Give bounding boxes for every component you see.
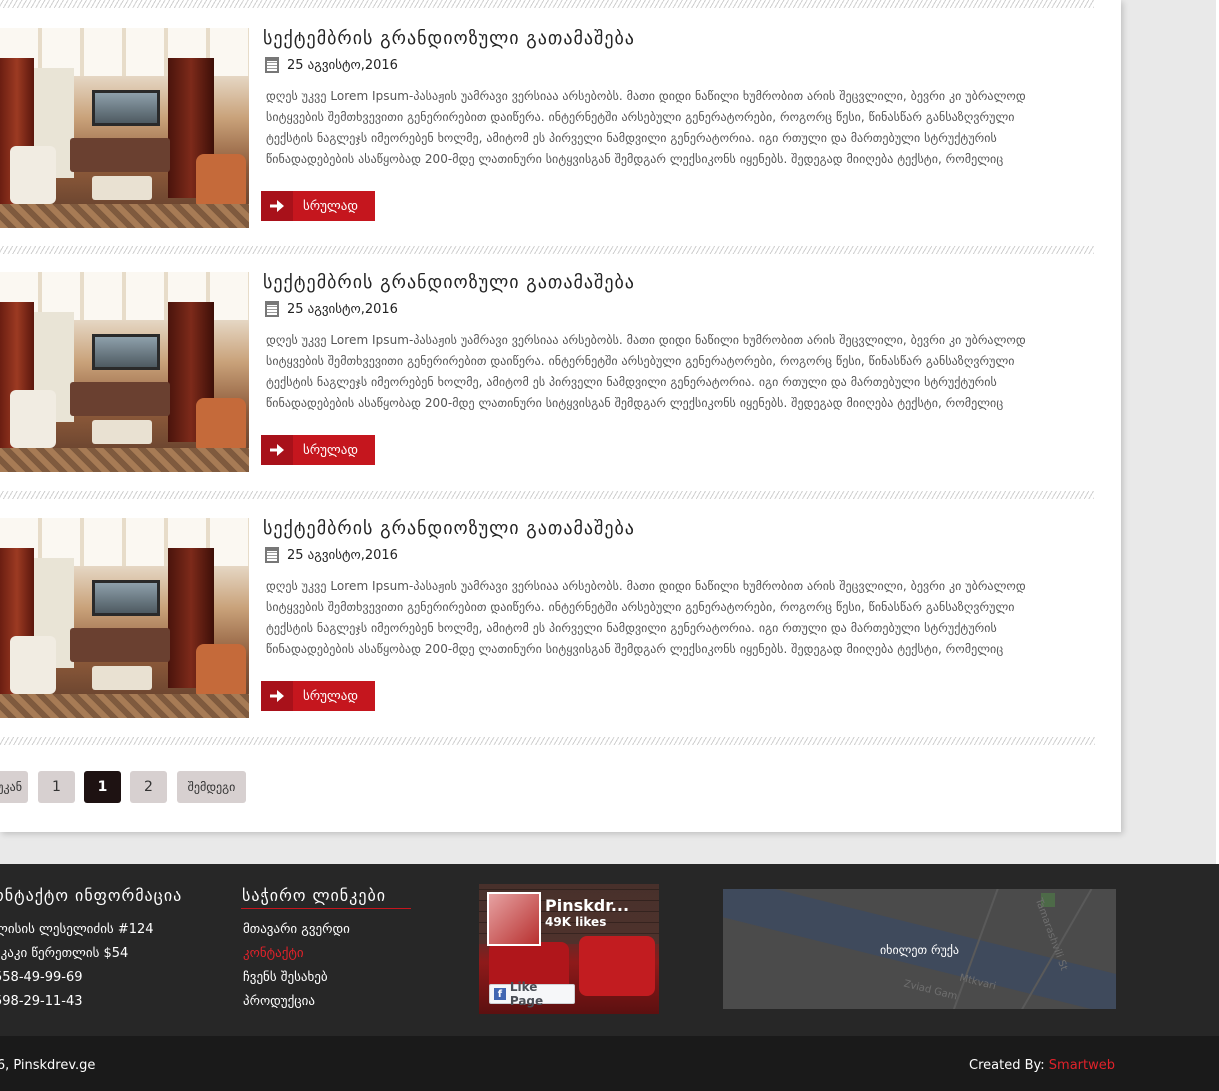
footer-link-home[interactable]: მთავარი გვერდი	[243, 922, 350, 946]
calendar-icon	[265, 547, 279, 563]
facebook-like-label: Like Page	[509, 980, 544, 1008]
post-title[interactable]: სექტემბრის გრანდიოზული გათამაშება	[263, 272, 635, 293]
read-more-label: სრულად	[303, 442, 359, 458]
footer-contact-heading: კონტაქტო ინფორმაცია	[0, 886, 183, 905]
facebook-icon: f	[494, 988, 506, 1000]
calendar-icon	[265, 301, 279, 317]
arrow-right-icon	[261, 681, 293, 711]
map-view-label[interactable]: იხილეთ რუქა	[723, 943, 1116, 957]
contact-address-1: ლისის ლესელიძის #124	[0, 922, 154, 937]
footer-link-contact[interactable]: კონტაქტი	[243, 946, 350, 970]
post-item: სექტემბრის გრანდიოზული გათამაშება 25 აგვ…	[0, 272, 1100, 472]
read-more-label: სრულად	[303, 198, 359, 214]
arrow-right-icon	[261, 435, 293, 465]
map-street-label: Zviad Gam	[902, 978, 959, 1003]
pagination-page[interactable]: 1	[38, 771, 75, 803]
post-date: 25 აგვისტო,2016	[265, 56, 398, 74]
facebook-widget[interactable]: Pinskdr... 49K likes f Like Page	[479, 884, 659, 1014]
read-more-button[interactable]: სრულად	[261, 681, 375, 711]
copyright-text: 2016, Pinskdrev.ge	[0, 1058, 96, 1073]
divider	[0, 737, 1095, 745]
calendar-icon	[265, 57, 279, 73]
post-date-text: 25 აგვისტო,2016	[287, 547, 398, 563]
created-by-label: Created By:	[969, 1058, 1045, 1073]
post-excerpt: დღეს უკვე Lorem Ipsum-პასაჟის უამრავი ვე…	[266, 89, 1026, 166]
map-widget[interactable]: Zviad Gam Mtkvari Tamarashvili St იხილეთ…	[723, 889, 1116, 1009]
post-thumbnail[interactable]	[0, 28, 249, 228]
contact-address-2: აკაკი წერეთლის $54	[0, 946, 129, 961]
divider	[0, 246, 1094, 254]
arrow-right-icon	[261, 191, 293, 221]
contact-phone-1: 558-49-99-69	[0, 970, 83, 985]
footer: კონტაქტო ინფორმაცია ლისის ლესელიძის #124…	[0, 864, 1219, 1036]
post-item: სექტემბრის გრანდიოზული გათამაშება 25 აგვ…	[0, 28, 1100, 228]
facebook-page-name[interactable]: Pinskdr...	[545, 896, 629, 915]
footer-contact-list: ლისის ლესელიძის #124 აკაკი წერეთლის $54 …	[0, 922, 154, 1018]
footer-links-list: მთავარი გვერდი კონტაქტი ჩვენს შესახებ პრ…	[243, 922, 350, 1018]
created-by: Created By: Smartweb	[969, 1058, 1115, 1073]
read-more-button[interactable]: სრულად	[261, 435, 375, 465]
pagination-page-active[interactable]: 1	[84, 771, 121, 803]
post-title[interactable]: სექტემბრის გრანდიოზული გათამაშება	[263, 518, 635, 539]
pagination-next[interactable]: შემდეგი	[177, 771, 246, 803]
facebook-likes-count: 49K likes	[545, 915, 607, 929]
post-excerpt: დღეს უკვე Lorem Ipsum-პასაჟის უამრავი ვე…	[266, 333, 1026, 410]
post-date-text: 25 აგვისტო,2016	[287, 301, 398, 317]
post-date-text: 25 აგვისტო,2016	[287, 57, 398, 73]
facebook-page-avatar[interactable]	[487, 892, 541, 946]
read-more-label: სრულად	[303, 688, 359, 704]
pagination-prev[interactable]: უკან	[0, 771, 28, 803]
post-title[interactable]: სექტემბრის გრანდიოზული გათამაშება	[263, 28, 635, 49]
post-thumbnail[interactable]	[0, 518, 249, 718]
post-item: სექტემბრის გრანდიოზული გათამაშება 25 აგვ…	[0, 518, 1100, 718]
read-more-button[interactable]: სრულად	[261, 191, 375, 221]
divider	[0, 0, 1094, 8]
post-date: 25 აგვისტო,2016	[265, 300, 398, 318]
content-panel: სექტემბრის გრანდიოზული გათამაშება 25 აგვ…	[0, 0, 1121, 832]
post-thumbnail[interactable]	[0, 272, 249, 472]
post-excerpt: დღეს უკვე Lorem Ipsum-პასაჟის უამრავი ვე…	[266, 579, 1026, 656]
footer-links-heading: საჭირო ლინკები	[242, 886, 387, 905]
facebook-like-button[interactable]: f Like Page	[489, 980, 575, 1008]
footer-link-about[interactable]: ჩვენს შესახებ	[243, 970, 350, 994]
bottom-bar: 2016, Pinskdrev.ge Created By: Smartweb	[0, 1036, 1219, 1091]
footer-link-products[interactable]: პროდუქცია	[243, 994, 350, 1018]
divider	[0, 491, 1094, 499]
post-date: 25 აგვისტო,2016	[265, 546, 398, 564]
pagination-page[interactable]: 2	[130, 771, 167, 803]
contact-phone-2: 598-29-11-43	[0, 994, 83, 1009]
created-by-brand-link[interactable]: Smartweb	[1049, 1058, 1115, 1073]
footer-links-underline	[241, 908, 411, 909]
